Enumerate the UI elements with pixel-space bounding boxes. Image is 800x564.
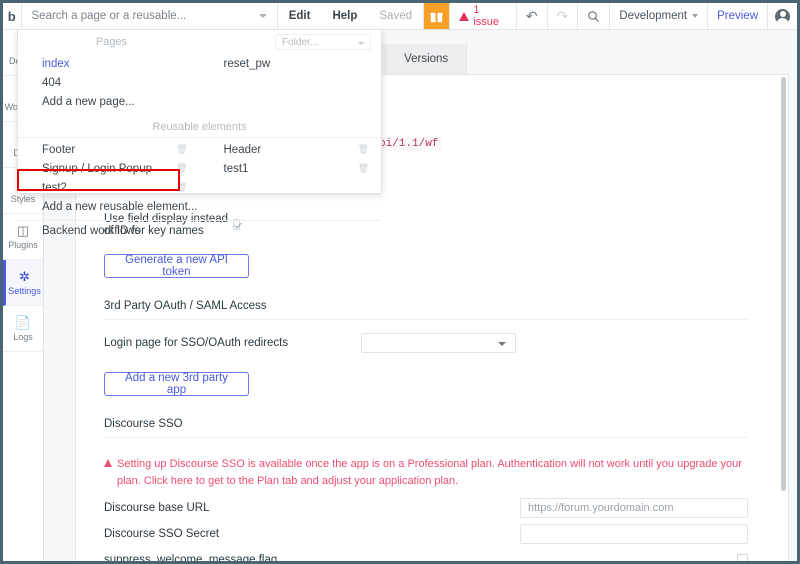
backend-workflows-label: Backend workflows [42, 225, 141, 237]
discourse-warning: Setting up Discourse SSO is available on… [104, 442, 748, 495]
list-item[interactable]: 404 [18, 73, 200, 92]
suppress-flag-row: suppress_welcome_message flag [104, 547, 748, 564]
trash-icon[interactable]: 🗑 [176, 182, 187, 193]
sidebar-item-label: Settings [8, 285, 41, 296]
search-page-field[interactable] [22, 3, 278, 29]
account-button[interactable] [767, 3, 797, 29]
backend-workflows-item[interactable]: Backend workflows [18, 221, 381, 241]
suppress-flag-label: suppress_welcome_message flag [104, 553, 278, 564]
reusable-name: test1 [223, 162, 249, 175]
base-url-row: Discourse base URL [104, 495, 748, 521]
tab-versions[interactable]: Versions [386, 44, 468, 74]
menu-help[interactable]: Help [321, 3, 368, 29]
discourse-base-url-input[interactable] [520, 498, 748, 518]
search-icon [588, 10, 600, 22]
pages-dropdown-header: Pages Folder... [18, 30, 381, 54]
reusable-column-right: Header 🗑 test1 🗑 [200, 140, 382, 197]
discourse-warning-text: Setting up Discourse SSO is available on… [117, 458, 742, 487]
undo-button[interactable]: ↶ [515, 3, 547, 29]
reusable-elements-title: Reusable elements [18, 111, 381, 138]
page-name: index [42, 57, 70, 70]
add-new-page-item[interactable]: Add a new page... [18, 92, 200, 111]
pages-title: Pages [95, 36, 128, 48]
sidebar-item-label: Logs [13, 331, 33, 342]
list-item[interactable]: test2 🗑 [18, 178, 200, 197]
api-endpoint-code: pi/1.1/wf [376, 137, 442, 151]
pages-column-left: index 404 Add a new page... [18, 54, 200, 111]
gift-icon[interactable] [423, 3, 450, 29]
sso-secret-label: Discourse SSO Secret [104, 528, 220, 540]
trash-icon[interactable]: 🗑 [358, 144, 369, 155]
list-item[interactable]: reset_pw [200, 54, 382, 73]
trash-icon[interactable]: 🗑 [358, 163, 369, 174]
redo-button[interactable]: ↷ [546, 3, 578, 29]
discourse-sso-secret-input[interactable] [520, 524, 748, 544]
reusable-name: Signup / Login Popup [42, 162, 152, 175]
list-item[interactable]: index [18, 54, 200, 73]
chevron-down-icon [692, 14, 699, 18]
reusable-columns: Footer 🗑 Signup / Login Popup 🗑 test2 🗑 … [18, 140, 381, 197]
reusable-name: test2 [42, 181, 67, 194]
add-new-page-label: Add a new page... [42, 95, 135, 108]
login-page-label: Login page for SSO/OAuth redirects [104, 337, 289, 349]
oauth-section-header: 3rd Party OAuth / SAML Access [104, 278, 748, 320]
panel-content: Use field display instead of ID for key … [76, 211, 776, 564]
top-toolbar: b Edit Help Saved 1 issue ↶ ↷ [3, 3, 797, 30]
redo-icon: ↷ [556, 7, 569, 24]
search-button[interactable] [577, 3, 609, 29]
preview-button[interactable]: Preview [707, 3, 767, 29]
trash-icon[interactable]: 🗑 [176, 144, 187, 155]
panel-scrollbar[interactable] [781, 77, 786, 491]
add-3rd-party-row: Add a new 3rd party app [104, 362, 748, 396]
pages-dropdown: Pages Folder... index 404 Add a new page… [17, 29, 382, 237]
issue-indicator[interactable]: 1 issue [449, 3, 516, 29]
saved-status: Saved [379, 10, 412, 22]
warning-triangle-icon [459, 11, 470, 21]
pages-columns: index 404 Add a new page... reset_pw [18, 54, 381, 111]
sidebar-item-label: Plugins [8, 239, 38, 250]
search-input[interactable] [29, 9, 259, 23]
list-item[interactable]: test1 🗑 [200, 159, 382, 178]
sso-secret-row: Discourse SSO Secret [104, 521, 748, 547]
sidebar-item-settings[interactable]: ✲ Settings [3, 260, 43, 306]
version-label: Development [619, 10, 688, 22]
gear-icon: ✲ [19, 268, 30, 284]
menu-edit[interactable]: Edit [278, 3, 322, 29]
reusable-name: Footer [42, 143, 76, 156]
discourse-section-header: Discourse SSO [104, 396, 748, 438]
add-new-reusable-label: Add a new reusable element... [42, 201, 198, 213]
warning-triangle-icon [104, 459, 112, 467]
document-icon: 📄 [14, 314, 32, 330]
list-item[interactable]: Header 🗑 [200, 140, 382, 159]
chevron-down-icon[interactable] [258, 14, 267, 18]
folder-select[interactable]: Folder... [275, 34, 371, 50]
sidebar-item-logs[interactable]: 📄 Logs [3, 306, 43, 352]
undo-icon: ↶ [525, 7, 538, 24]
pages-column-right: reset_pw [200, 54, 382, 111]
list-item[interactable]: Footer 🗑 [18, 140, 200, 159]
page-name: reset_pw [223, 57, 271, 70]
dropdown-footer: Backend workflows [18, 220, 381, 241]
add-new-reusable-item[interactable]: Add a new reusable element... [18, 197, 381, 217]
trash-icon[interactable]: 🗑 [176, 163, 187, 174]
avatar [775, 8, 790, 24]
login-page-row: Login page for SSO/OAuth redirects [104, 324, 748, 362]
version-selector[interactable]: Development [609, 3, 707, 29]
list-item[interactable]: Signup / Login Popup 🗑 [18, 159, 200, 178]
bubble-editor-window: b Edit Help Saved 1 issue ↶ ↷ [0, 0, 800, 564]
reusable-name: Header [223, 143, 262, 156]
bubble-logo-icon[interactable]: b [3, 3, 22, 29]
page-name: 404 [42, 76, 62, 89]
login-page-select[interactable] [361, 333, 516, 353]
add-3rd-party-app-button[interactable]: Add a new 3rd party app [104, 372, 249, 396]
issue-count-label: 1 issue [473, 4, 499, 28]
generate-token-row: Generate a new API token [104, 238, 748, 278]
generate-api-token-button[interactable]: Generate a new API token [104, 254, 249, 278]
suppress-flag-checkbox[interactable] [737, 554, 748, 561]
base-url-label: Discourse base URL [104, 502, 210, 514]
reusable-column-left: Footer 🗑 Signup / Login Popup 🗑 test2 🗑 [18, 140, 200, 197]
